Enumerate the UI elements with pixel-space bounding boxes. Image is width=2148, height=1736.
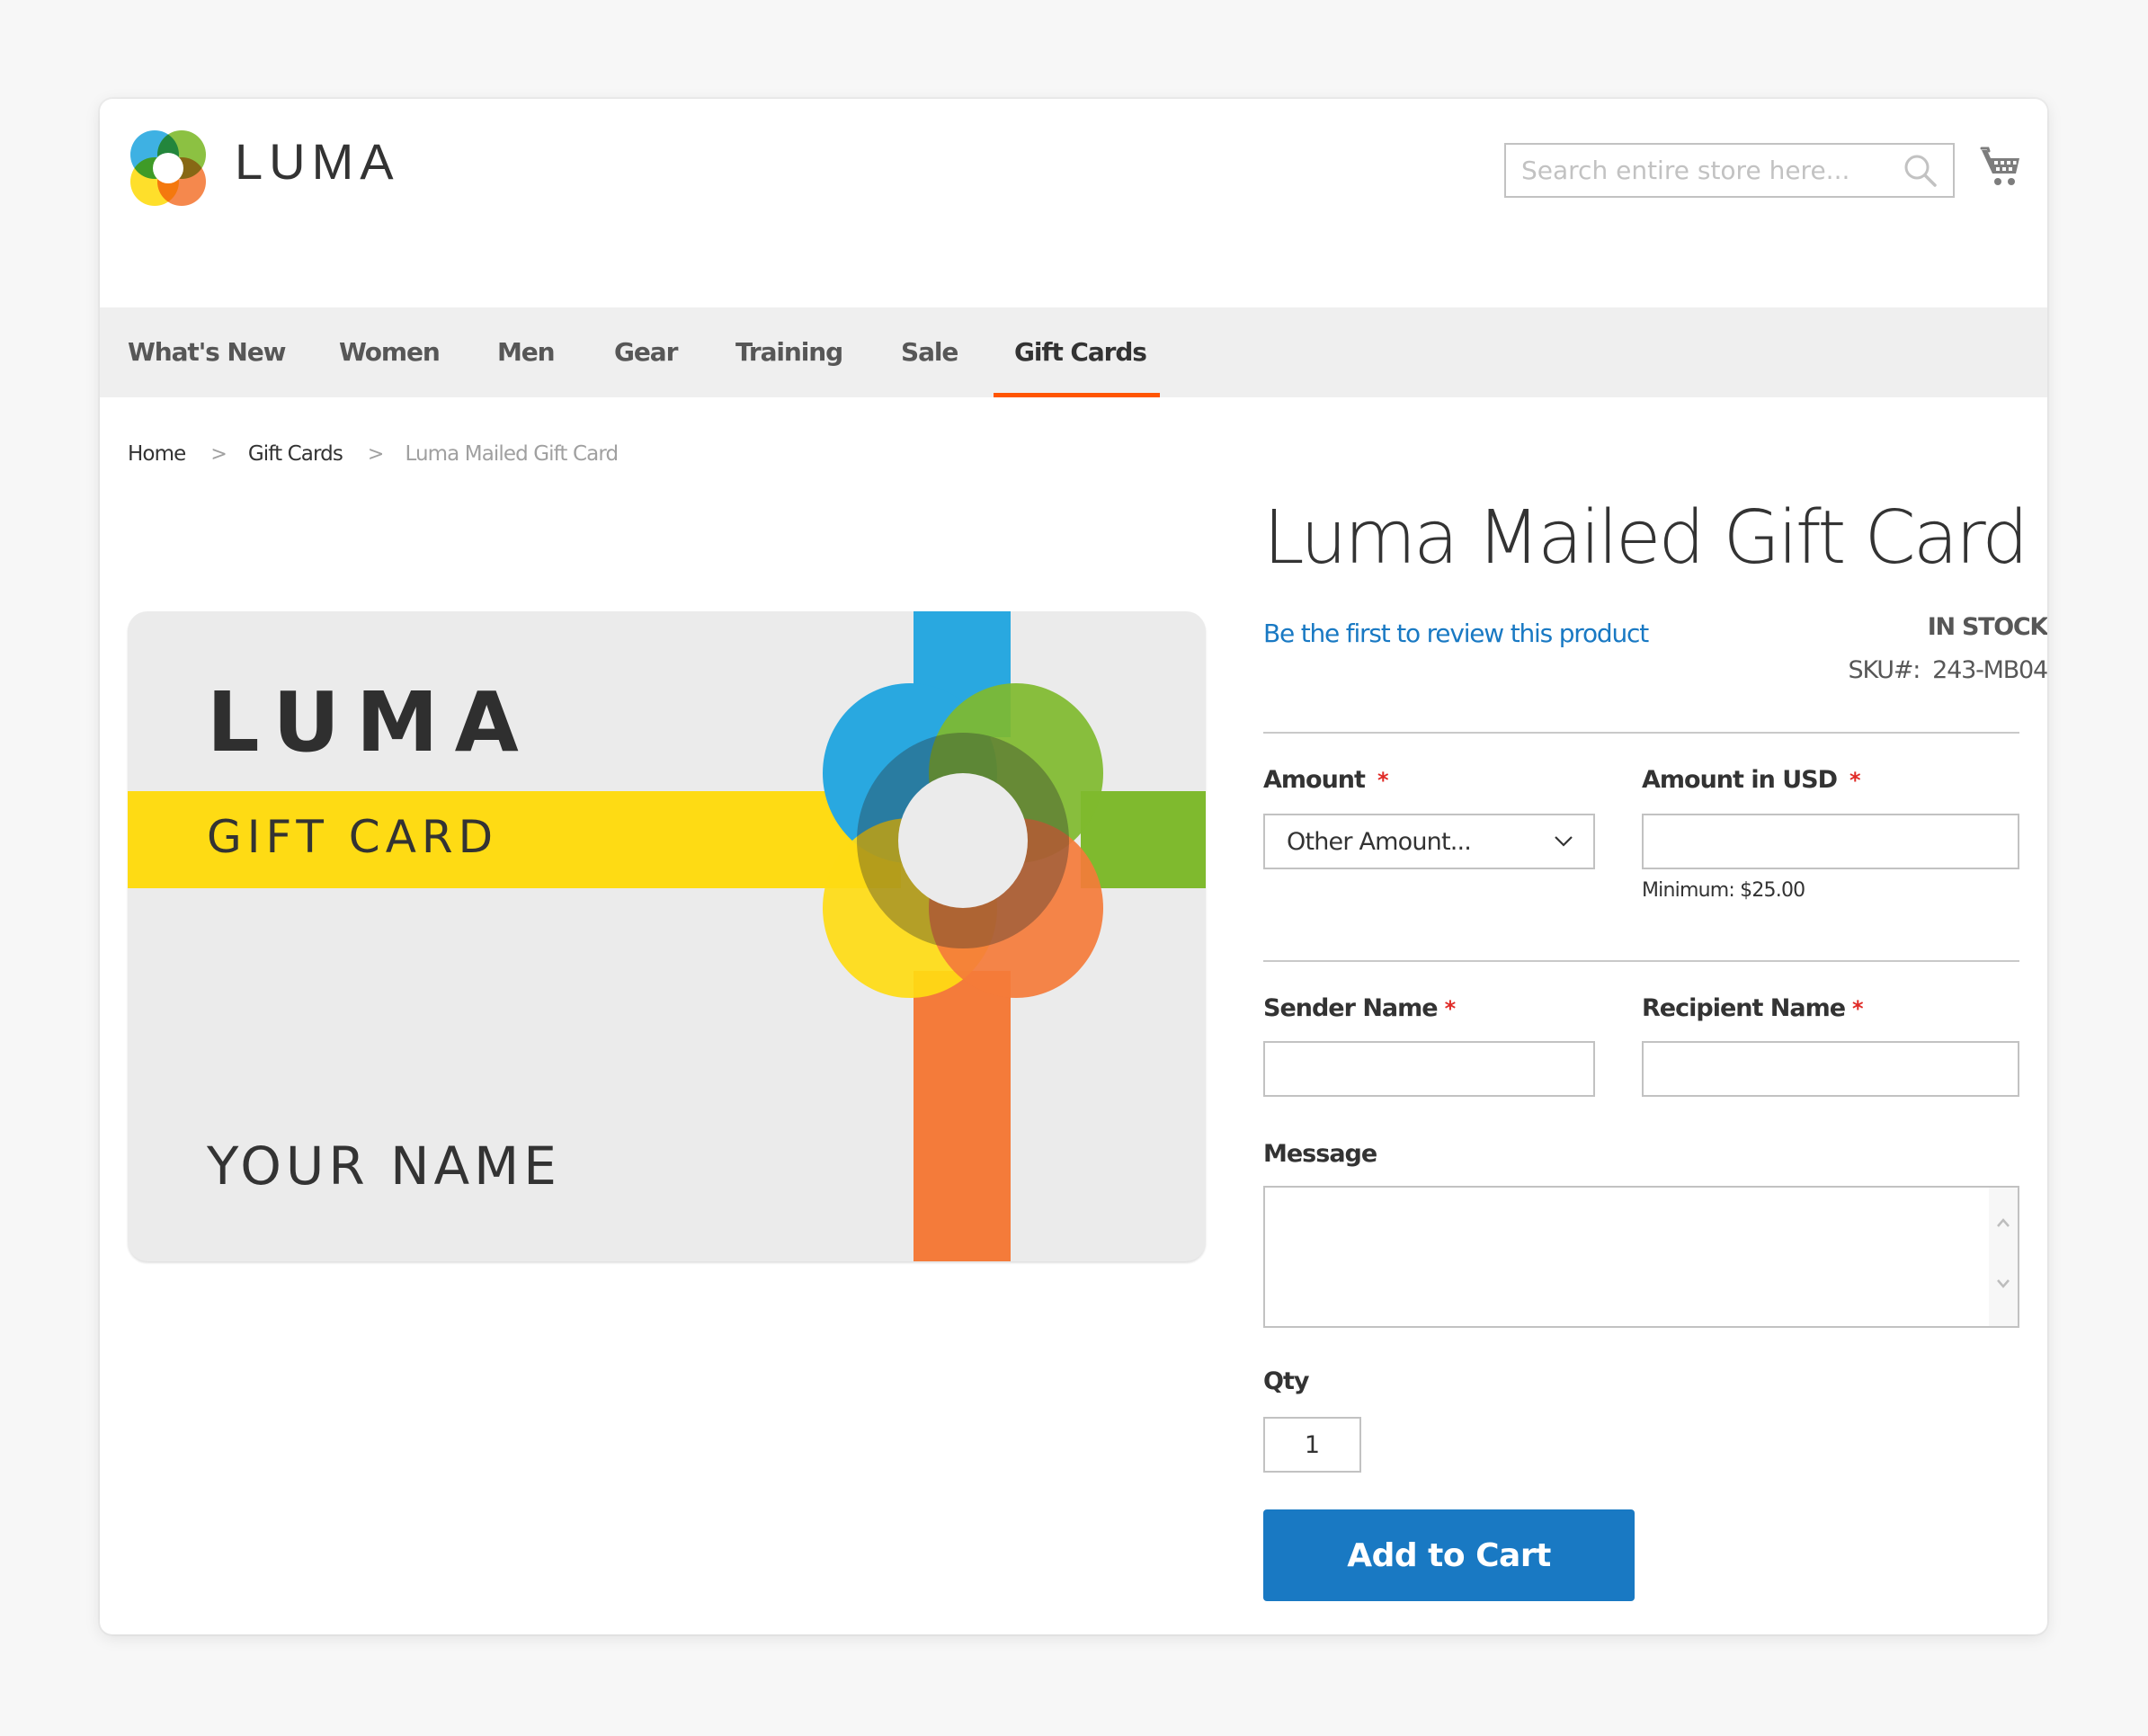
required-marker: * — [1377, 768, 1389, 793]
amount-usd-label: Amount in USD * — [1642, 766, 1861, 794]
message-label: Message — [1263, 1140, 1377, 1168]
qty-input[interactable] — [1263, 1417, 1361, 1473]
breadcrumb-current: Luma Mailed Gift Card — [405, 442, 619, 466]
search-input[interactable] — [1506, 144, 1901, 197]
required-marker: * — [1849, 768, 1861, 793]
card-brand: LUMA — [207, 674, 535, 770]
amount-select[interactable]: Other Amount... — [1263, 814, 1595, 869]
scroll-down-icon[interactable] — [1994, 1274, 2012, 1292]
amount-label: Amount * — [1263, 766, 1388, 794]
sku-value: 243-MB04 — [1932, 656, 2047, 684]
breadcrumb-home[interactable]: Home — [128, 442, 186, 466]
card-subtitle: GIFT CARD — [207, 811, 499, 863]
sku-label: SKU#: — [1848, 656, 1921, 684]
breadcrumb: Home > Gift Cards > Luma Mailed Gift Car… — [128, 442, 619, 466]
required-marker: * — [1444, 996, 1457, 1021]
sender-name-label-text: Sender Name — [1263, 994, 1439, 1022]
nav-item-whats-new[interactable]: What's New — [128, 307, 286, 397]
card-name-text: YOUR NAME — [207, 1135, 561, 1197]
amount-minimum-note: Minimum: $25.00 — [1642, 879, 1805, 902]
recipient-name-label-text: Recipient Name — [1642, 994, 1846, 1022]
message-field — [1263, 1186, 2019, 1328]
message-textarea[interactable] — [1265, 1188, 1987, 1326]
breadcrumb-gift-cards[interactable]: Gift Cards — [248, 442, 343, 466]
review-link[interactable]: Be the first to review this product — [1263, 619, 1649, 648]
divider — [1263, 960, 2019, 962]
product-sku: SKU#: 243-MB04 — [1849, 656, 2047, 684]
shopping-cart-icon[interactable] — [1979, 146, 2022, 189]
search-box[interactable] — [1504, 143, 1955, 198]
nav-item-women[interactable]: Women — [339, 307, 441, 397]
brand-name[interactable]: LUMA — [235, 137, 400, 187]
chevron-down-icon — [1555, 836, 1573, 847]
sender-name-input[interactable] — [1263, 1041, 1595, 1097]
nav-item-men[interactable]: Men — [497, 307, 556, 397]
chevron-right-icon: > — [367, 442, 384, 466]
amount-label-text: Amount — [1263, 766, 1366, 794]
sender-name-label: Sender Name * — [1263, 994, 1457, 1022]
main-nav: What's New Women Men Gear Training Sale … — [100, 307, 2047, 397]
nav-item-gift-cards[interactable]: Gift Cards — [1014, 307, 1147, 397]
active-nav-indicator — [994, 393, 1160, 397]
amount-usd-label-text: Amount in USD — [1642, 766, 1838, 794]
product-image[interactable]: LUMA GIFT CARD YOUR NAME — [128, 611, 1206, 1261]
search-icon[interactable] — [1901, 151, 1940, 191]
nav-item-training[interactable]: Training — [735, 307, 843, 397]
scroll-up-icon[interactable] — [1994, 1215, 2012, 1233]
stock-status: IN STOCK — [1927, 613, 2047, 641]
amount-usd-input[interactable] — [1642, 814, 2019, 869]
nav-item-sale[interactable]: Sale — [901, 307, 958, 397]
textarea-scrollbar[interactable] — [1989, 1188, 2018, 1326]
recipient-name-label: Recipient Name * — [1642, 994, 1864, 1022]
amount-selected-value: Other Amount... — [1287, 827, 1472, 856]
chevron-right-icon: > — [210, 442, 227, 466]
divider — [1263, 732, 2019, 734]
required-marker: * — [1852, 996, 1864, 1021]
qty-label: Qty — [1263, 1367, 1309, 1395]
product-title: Luma Mailed Gift Card — [1263, 495, 2028, 581]
add-to-cart-button[interactable]: Add to Cart — [1263, 1509, 1635, 1601]
page-card: LUMA What's New Women Men Gear Training — [100, 99, 2047, 1634]
luma-logo-icon[interactable] — [128, 128, 209, 209]
recipient-name-input[interactable] — [1642, 1041, 2019, 1097]
nav-item-gear[interactable]: Gear — [614, 307, 678, 397]
